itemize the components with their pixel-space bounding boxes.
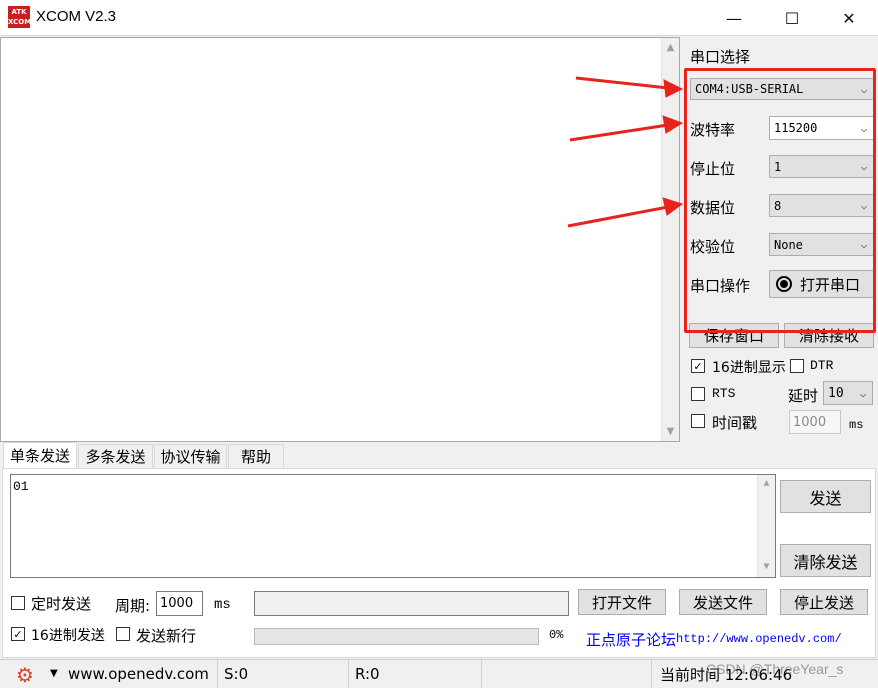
timed-send-label: 定时发送	[31, 595, 92, 613]
tab-protocol[interactable]: 协议传输	[154, 444, 227, 468]
hex-send-label: 16进制发送	[31, 628, 105, 644]
status-sent-count: S:0	[218, 660, 349, 688]
forum-url: http://www.openedv.com/	[676, 632, 842, 646]
delay-label: 延时	[788, 387, 819, 405]
tab-single-send[interactable]: 单条发送	[3, 442, 77, 468]
delay-select[interactable]: 10 ⌵	[823, 381, 873, 405]
stop-send-button[interactable]: 停止发送	[780, 589, 868, 615]
send-newline-checkbox[interactable]	[116, 627, 130, 641]
watermark: CSDN @ThreeYear_s	[706, 661, 844, 677]
hex-send-checkbox[interactable]: ✓	[11, 627, 25, 641]
arrow-data	[567, 205, 669, 228]
timestamp-checkbox[interactable]	[691, 414, 705, 428]
title-bar: ATK XCOM XCOM V2.3 — ☐ ✕	[0, 0, 878, 36]
send-progress-bar	[254, 628, 539, 645]
serial-section-title: 串口选择	[690, 48, 751, 66]
open-file-button[interactable]: 打开文件	[578, 589, 666, 615]
arrow-baud	[569, 123, 669, 142]
tab-multi-send[interactable]: 多条发送	[78, 444, 153, 468]
send-button[interactable]: 发送	[780, 480, 871, 513]
send-newline-label: 发送新行	[136, 627, 197, 645]
arrow-head-baud	[662, 115, 684, 134]
clear-send-button[interactable]: 清除发送	[780, 544, 871, 577]
app-logo: ATK XCOM	[8, 6, 32, 28]
timestamp-label: 时间戳	[712, 414, 758, 432]
timestamp-unit: ms	[849, 418, 864, 432]
scroll-up-icon[interactable]: ▲	[662, 42, 679, 53]
gear-icon[interactable]: ⚙	[16, 663, 34, 687]
annotation-arrows	[567, 76, 684, 228]
forum-name: 正点原子论坛	[586, 630, 677, 649]
status-url[interactable]: www.openedv.com	[62, 660, 218, 688]
chevron-down-icon: ⌵	[859, 386, 867, 400]
period-label: 周期:	[115, 597, 151, 615]
scroll-down-icon[interactable]: ▼	[758, 562, 775, 573]
file-path-input[interactable]	[254, 591, 569, 616]
arrow-head-port	[663, 79, 684, 98]
close-button[interactable]: ✕	[820, 0, 878, 36]
send-progress-text: 0%	[549, 628, 564, 642]
window-title: XCOM V2.3	[36, 8, 117, 25]
annotation-box	[684, 68, 876, 333]
send-file-button[interactable]: 发送文件	[679, 589, 767, 615]
timestamp-input[interactable]: 1000	[789, 410, 841, 434]
scroll-up-icon[interactable]: ▲	[758, 479, 775, 490]
delay-value: 10	[828, 385, 844, 401]
dtr-checkbox[interactable]	[790, 359, 804, 373]
status-recv-count: R:0	[349, 660, 482, 688]
tab-help[interactable]: 帮助	[228, 444, 284, 468]
scroll-down-icon[interactable]: ▼	[662, 426, 679, 437]
send-scrollbar[interactable]: ▲ ▼	[757, 475, 775, 577]
period-input[interactable]: 1000	[156, 591, 203, 616]
dropdown-arrow-icon[interactable]: ▼	[50, 668, 58, 679]
status-empty	[482, 660, 652, 688]
dtr-label: DTR	[810, 358, 834, 373]
send-textarea[interactable]: 01 ▲ ▼	[10, 474, 776, 578]
rts-label: RTS	[712, 386, 736, 401]
rts-checkbox[interactable]	[691, 387, 705, 401]
send-text: 01	[13, 479, 29, 494]
timed-send-checkbox[interactable]	[11, 596, 25, 610]
arrow-port	[575, 76, 669, 90]
arrow-head-data	[662, 197, 684, 216]
hex-display-checkbox[interactable]: ✓	[691, 359, 705, 373]
maximize-button[interactable]: ☐	[763, 0, 821, 36]
hex-display-label: 16进制显示	[712, 360, 786, 376]
forum-link[interactable]: 正点原子论坛 http://www.openedv.com/	[578, 624, 871, 654]
period-unit: ms	[214, 597, 231, 613]
minimize-button[interactable]: —	[705, 0, 763, 36]
